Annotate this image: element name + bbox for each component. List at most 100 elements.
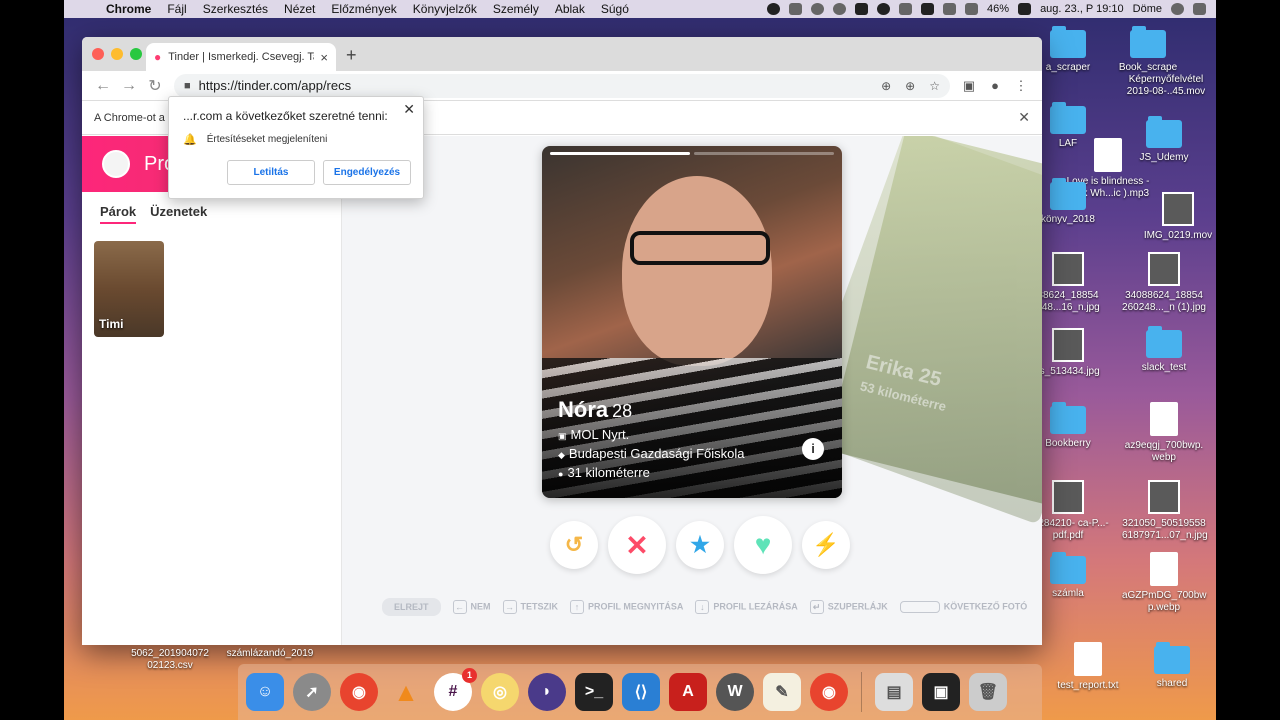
desktop-icon[interactable]: JS_Udemy (1122, 116, 1206, 164)
terminal-icon[interactable]: >_ (575, 673, 613, 711)
recording-file-label[interactable]: Képernyőfelvétel 2019-08-..45.mov (1116, 74, 1216, 98)
keyboard-shortcuts-bar: ELREJT ← NEM → TETSZIK ↑ PROFIL MEGNYITÁSA … (382, 598, 1027, 616)
rewind-button[interactable]: ↺ (550, 521, 598, 569)
hide-shortcuts-button[interactable]: ELREJT (382, 598, 441, 616)
creative-cloud-icon[interactable] (877, 3, 891, 15)
glasses-icon[interactable] (811, 3, 825, 15)
menu-window[interactable]: Ablak (547, 2, 593, 16)
close-popup-icon[interactable]: ✕ (403, 101, 415, 118)
menu-help[interactable]: Súgó (593, 2, 637, 16)
lightbulb-app-icon[interactable]: ◎ (481, 673, 519, 711)
chrome-icon[interactable]: ◉ (340, 673, 378, 711)
tab-matches[interactable]: Párok (100, 204, 137, 224)
document-stack-icon[interactable]: ▤ (875, 673, 913, 711)
notification-center-icon[interactable] (1193, 3, 1206, 15)
trash-icon[interactable]: 🗑 (969, 673, 1007, 711)
desktop-icon[interactable]: aGZPmDG_700bw p.webp (1122, 552, 1206, 614)
block-button[interactable]: Letiltás (227, 160, 315, 185)
menu-file[interactable]: Fájl (159, 2, 194, 16)
desktop-icon[interactable]: 34088624_18854 260248..._n (1).jpg (1122, 252, 1206, 314)
profile-avatar-icon[interactable]: ● (982, 78, 1008, 93)
messages-icon[interactable] (855, 3, 869, 15)
chrome-canary-icon[interactable]: ◉ (810, 673, 848, 711)
close-infobar-icon[interactable]: ✕ (1018, 109, 1030, 126)
desktop-icon[interactable]: IMG_0219.mov (1136, 192, 1220, 242)
user-name[interactable]: Döme (1133, 3, 1162, 15)
menu-bookmarks[interactable]: Könyvjelzők (405, 2, 485, 16)
desktop-icon[interactable]: 321050_50519558 6187971...07_n.jpg (1122, 480, 1208, 542)
superlike-button[interactable]: ★ (676, 521, 724, 569)
install-icon[interactable]: ⊕ (905, 79, 915, 93)
photo-progress-bars (550, 152, 834, 155)
menu-edit[interactable]: Szerkesztés (195, 2, 276, 16)
minimize-window-button[interactable] (111, 48, 123, 60)
tab-title: Tinder | Ismerkedj. Csevegj. Ta (168, 51, 315, 63)
tab-tinder[interactable]: ● Tinder | Ismerkedj. Csevegj. Ta × (146, 43, 336, 71)
menu-people[interactable]: Személy (485, 2, 547, 16)
image-thumbnail-icon (1052, 252, 1084, 286)
folder-icon (1154, 642, 1190, 674)
url-text[interactable]: https://tinder.com/app/recs (199, 78, 351, 93)
drive-icon[interactable] (921, 3, 935, 15)
allow-button[interactable]: Engedélyezés (323, 160, 411, 185)
menu-app-name[interactable]: Chrome (98, 2, 159, 16)
tinder-flame-icon: ● (154, 50, 162, 64)
location-icon[interactable]: ⊕ (881, 79, 891, 93)
wifi-icon[interactable] (943, 3, 957, 15)
forward-button[interactable]: → (116, 77, 142, 95)
screenshot-stack-icon[interactable]: ▣ (922, 673, 960, 711)
textedit-icon[interactable]: ✎ (763, 673, 801, 711)
address-bar[interactable]: ■ https://tinder.com/app/recs ⊕ ⊕ ☆ (174, 73, 950, 98)
csv-file-label[interactable]: 5062_201904072 02123.csv (120, 648, 220, 672)
desktop-icon[interactable]: az9eqgj_700bwp. webp (1122, 402, 1206, 464)
volume-icon[interactable] (965, 3, 979, 15)
extension-icon[interactable]: ▣ (956, 78, 982, 94)
like-button[interactable]: ♥ (734, 516, 792, 574)
nope-button[interactable]: ✕ (608, 516, 666, 574)
menu-history[interactable]: Előzmények (323, 2, 404, 16)
battery-icon[interactable] (1018, 3, 1032, 15)
more-menu-icon[interactable]: ⋮ (1008, 78, 1034, 94)
shortcut-open-profile: ↑ PROFIL MEGNYITÁSA (570, 600, 683, 614)
docker-icon[interactable] (899, 3, 913, 15)
desktop-icon[interactable]: shared (1130, 642, 1214, 690)
reload-button[interactable]: ↻ (142, 76, 168, 96)
folder-icon (1050, 402, 1086, 434)
desktop-icon[interactable]: test_report.txt (1046, 642, 1130, 692)
vlc-menubar-icon[interactable] (789, 3, 803, 15)
zoom-window-button[interactable] (130, 48, 142, 60)
notification-permission-popup: ...r.com a következőket szeretné tenni: … (168, 96, 424, 199)
webp-file-icon (1150, 552, 1178, 586)
shortcut-like: → TETSZIK (502, 600, 558, 614)
tab-messages[interactable]: Üzenetek (150, 204, 207, 224)
slack-icon[interactable]: #1 (434, 668, 477, 711)
menu-view[interactable]: Nézet (276, 2, 323, 16)
webstorm-icon[interactable]: W (716, 673, 754, 711)
battery-percent[interactable]: 46% (987, 3, 1009, 15)
desktop-icon[interactable]: Book_scrape (1106, 26, 1190, 74)
podcast-app-icon[interactable]: ◗ (528, 673, 566, 711)
profile-avatar[interactable] (102, 150, 130, 178)
screen-record-icon[interactable] (767, 3, 781, 15)
clock[interactable]: aug. 23., P 19:10 (1040, 3, 1124, 15)
folder-icon (1050, 552, 1086, 584)
vscode-icon[interactable]: ⟨⟩ (622, 673, 660, 711)
spotlight-search-icon[interactable] (1171, 3, 1184, 15)
lock-icon[interactable]: ■ (184, 80, 191, 92)
close-tab-icon[interactable]: × (320, 50, 328, 65)
vlc-icon[interactable]: ▲ (387, 673, 425, 711)
boost-button[interactable]: ⚡ (802, 521, 850, 569)
finder-icon[interactable]: ☺ (246, 673, 284, 711)
bookmark-star-icon[interactable]: ☆ (929, 79, 940, 93)
grammarly-icon[interactable] (833, 3, 847, 15)
match-card[interactable]: Timi (94, 241, 164, 337)
back-button[interactable]: ← (90, 77, 116, 95)
szamla-file-label[interactable]: számlázandó_2019 (220, 648, 320, 660)
profile-card[interactable]: Nóra 28 ▣ MOL Nyrt. ◆ Budapesti Gazdasági F… (542, 146, 842, 498)
acrobat-icon[interactable]: A (669, 673, 707, 711)
info-button[interactable]: i (802, 438, 824, 460)
desktop-icon[interactable]: slack_test (1122, 326, 1206, 374)
close-window-button[interactable] (92, 48, 104, 60)
new-tab-button[interactable]: + (346, 45, 357, 66)
launchpad-icon[interactable]: ➚ (293, 673, 331, 711)
